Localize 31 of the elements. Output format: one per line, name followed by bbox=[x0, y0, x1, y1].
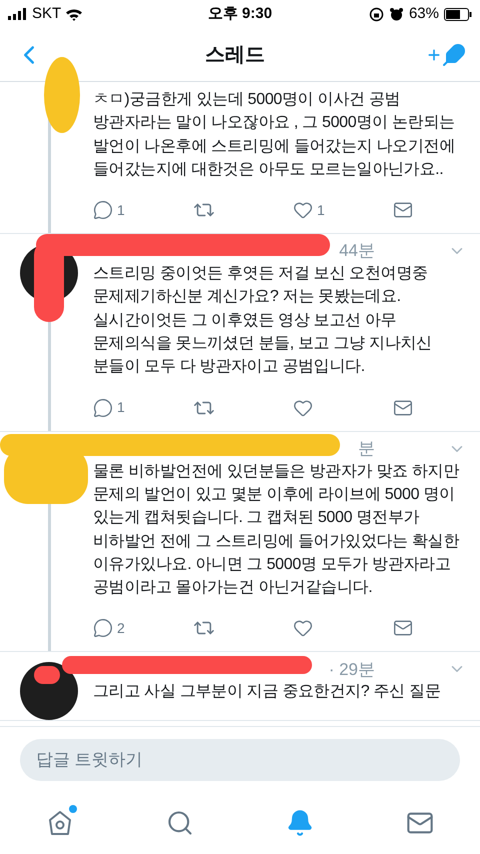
tweet-time: 44분 bbox=[339, 240, 375, 262]
carrier: SKT bbox=[32, 4, 62, 24]
page-title: 스레드 bbox=[204, 42, 266, 68]
message-icon[interactable] bbox=[393, 200, 413, 220]
message-icon[interactable] bbox=[393, 618, 413, 638]
reply-count: 2 bbox=[117, 618, 125, 638]
reply-icon[interactable] bbox=[93, 618, 113, 638]
reply-field[interactable]: 답글 트윗하기 bbox=[20, 738, 460, 780]
tweet-text: 스트리밍 중이엇든 후엿든 저걸 보신 오천여명중 문제제기하신분 계신가요? 저는 못봤는데요. 실시간이엇든 그 이후였든 영상 보고선 아무 문제의식을 못느끼셨던 분들, 보고 그냥 지나치신 분들이 모두 다 방관자이고 공범입니다. bbox=[93, 264, 433, 378]
wifi-icon bbox=[65, 8, 84, 20]
like-icon[interactable] bbox=[293, 618, 313, 638]
reply-icon[interactable] bbox=[93, 398, 113, 418]
compose-icon[interactable] bbox=[426, 42, 466, 66]
tweet-text: 물론 비하발언전에 있던분들은 방관자가 맞죠 하지만 문제의 발언이 있고 몇분 이후에 라이브에 5000 명이 있는게 캡쳐됫습니다. 그 캡쳐된 5000 명전부가 비하발언 전에 그 스트리밍에 들어가있었다는 확실한 이유가있나요. 아니면 그 5000명 모두가 방관자라고 공범이라고 몰아가는건 아닌거같습니다. bbox=[93, 462, 460, 598]
reply-count: 1 bbox=[117, 398, 125, 418]
redacted-avatar bbox=[20, 662, 78, 720]
battery-percent: 63% bbox=[408, 4, 439, 24]
tweet-text: ㅊㅁ)궁금한게 있는데 5000명이 이사건 공범 방관자라는 말이 나오잖아요 , 그 5000명이 논란되는 발언이 나온후에 스트리밍에 들어갔는지 나오기전에 들어갔는지에 대한것은 아무도 모르는일아닌가요.. bbox=[93, 90, 456, 180]
clock-time: 오후 9:30 bbox=[206, 4, 274, 24]
rotation-lock-icon bbox=[368, 6, 384, 22]
battery-icon bbox=[444, 8, 472, 20]
reply-icon[interactable] bbox=[93, 200, 113, 220]
message-icon[interactable] bbox=[393, 398, 413, 418]
tweet-text: 그리고 사실 그부분이 지금 중요한건지? 주신 질문 bbox=[93, 682, 442, 702]
like-icon[interactable] bbox=[293, 398, 313, 418]
reply-count: 1 bbox=[117, 200, 125, 220]
tweet-time: · 29분 bbox=[328, 658, 375, 681]
tweet-time: 분 bbox=[358, 438, 375, 460]
signal-icon bbox=[8, 8, 28, 20]
like-icon[interactable] bbox=[293, 200, 313, 220]
like-count: 1 bbox=[317, 200, 325, 220]
